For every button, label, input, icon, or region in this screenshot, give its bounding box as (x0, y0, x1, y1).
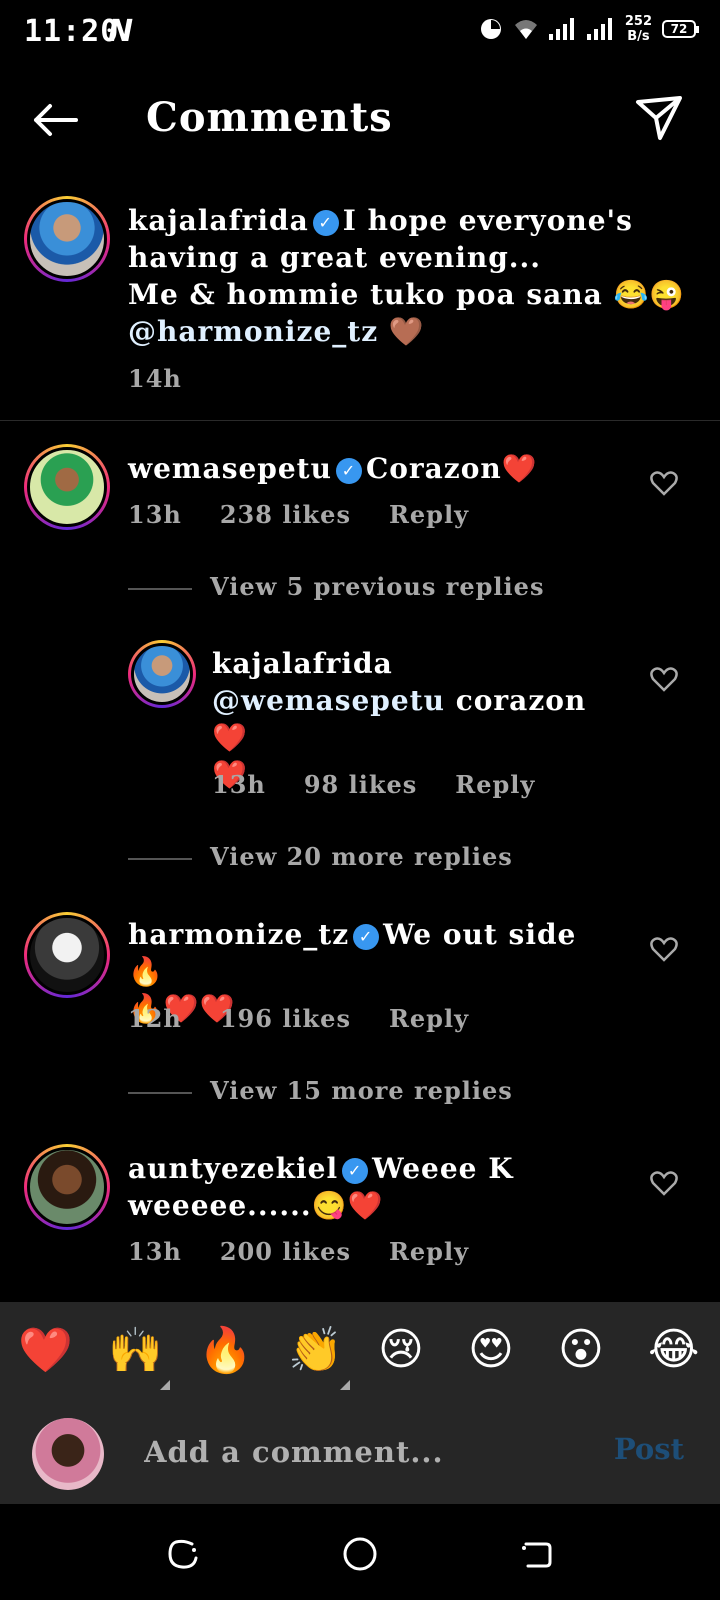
post-button[interactable]: Post (614, 1432, 684, 1466)
reply-button[interactable]: Reply (389, 500, 469, 529)
comment-text: auntyezekiel ✓ Weeee K weeeee......😋❤️ (128, 1152, 514, 1222)
verified-badge-icon: ✓ (335, 458, 362, 484)
likes-count[interactable]: 238 likes (220, 500, 351, 529)
caption: kajalafrida ✓ I hope everyone's having a g… (128, 204, 686, 348)
recents-icon[interactable] (166, 1536, 202, 1572)
data-saver-icon (480, 19, 501, 39)
top-bar: Comments (0, 64, 720, 172)
comment-username[interactable]: wemasepetu (128, 452, 332, 485)
carrier-icon: N (108, 14, 134, 49)
likes-count[interactable]: 200 likes (220, 1237, 351, 1266)
system-nav-bar (0, 1504, 720, 1600)
comment-time: 13h (128, 1237, 182, 1266)
verified-badge-icon: ✓ (312, 210, 339, 236)
reply-meta: 13h 98 likes Reply (212, 770, 573, 799)
heart-icon[interactable] (650, 470, 678, 496)
reply-time: 13h (212, 770, 266, 799)
verified-badge-icon: ✓ (353, 924, 380, 950)
own-avatar (32, 1418, 104, 1490)
skin-tone-indicator (160, 1380, 170, 1390)
comment-meta: 12h 196 likes Reply (128, 1004, 507, 1033)
share-icon[interactable] (634, 94, 684, 144)
view-previous-replies[interactable]: View 5 previous replies (128, 572, 544, 601)
emoji-fire[interactable]: 🔥 (198, 1324, 253, 1376)
divider (0, 420, 720, 421)
caption-time: 14h (128, 364, 182, 393)
verified-badge-icon: ✓ (342, 1158, 369, 1184)
comment-username[interactable]: harmonize_tz (128, 918, 349, 951)
likes-count[interactable]: 98 likes (304, 770, 417, 799)
emoji-laughing[interactable]: 😂 (648, 1324, 699, 1375)
view-more-replies[interactable]: View 15 more replies (128, 1076, 513, 1105)
comment-username[interactable]: auntyezekiel (128, 1152, 338, 1185)
comment-text: wemasepetu ✓ Corazon❤️ (128, 452, 538, 485)
battery-icon: 72 (662, 20, 699, 38)
mention-link[interactable]: @wemasepetu (212, 684, 445, 717)
page-title: Comments (146, 94, 393, 141)
mention-link[interactable]: @harmonize_tz (128, 315, 378, 348)
likes-count[interactable]: 196 likes (220, 1004, 351, 1033)
caption-username[interactable]: kajalafrida (128, 204, 309, 237)
network-speed: 252 B/s (624, 14, 652, 44)
emoji-heart-eyes[interactable]: 😍 (468, 1324, 514, 1375)
skin-tone-indicator (340, 1380, 350, 1390)
comment-avatar[interactable] (24, 912, 110, 998)
comment-avatar[interactable] (24, 1144, 110, 1230)
reply-button[interactable]: Reply (389, 1004, 469, 1033)
home-icon[interactable] (342, 1536, 378, 1572)
status-icons: 252 B/s 72 (479, 14, 699, 44)
back-icon[interactable] (518, 1536, 554, 1572)
caption-avatar[interactable] (24, 196, 110, 282)
heart-icon[interactable] (650, 666, 678, 692)
comment-meta: 13h 200 likes Reply (128, 1237, 507, 1266)
emoji-heart[interactable]: ❤️ (18, 1324, 73, 1376)
status-bar: 11:20 N 252 B/s 72 (0, 0, 720, 64)
emoji-raised-hands[interactable]: 🙌 (108, 1324, 163, 1376)
reply-button[interactable]: Reply (455, 770, 535, 799)
comment-time: 13h (128, 500, 182, 529)
emoji-quick-bar: ❤️ 🙌 🔥 👏 😢 😍 😮 😂 (0, 1302, 720, 1402)
emoji-crying[interactable]: 😢 (378, 1324, 424, 1375)
reply-username[interactable]: kajalafrida (212, 647, 393, 680)
comment-composer: Post (0, 1402, 720, 1504)
comment-input[interactable] (144, 1432, 574, 1472)
emoji-clapping[interactable]: 👏 (288, 1324, 343, 1376)
emoji-surprised[interactable]: 😮 (558, 1324, 604, 1375)
view-more-replies[interactable]: View 20 more replies (128, 842, 513, 871)
signal-icon-1 (548, 18, 574, 40)
comment-avatar[interactable] (24, 444, 110, 530)
reply-avatar[interactable] (128, 640, 196, 708)
reply-button[interactable]: Reply (389, 1237, 469, 1266)
status-time: 11:20 (24, 14, 120, 49)
comment-meta: 13h 238 likes Reply (128, 500, 507, 529)
heart-icon[interactable] (650, 1170, 678, 1196)
wifi-icon (514, 20, 537, 39)
signal-icon-2 (586, 18, 612, 40)
caption-meta: 14h (128, 364, 220, 393)
comment-time: 12h (128, 1004, 182, 1033)
back-arrow-icon[interactable] (30, 100, 80, 140)
heart-icon[interactable] (650, 936, 678, 962)
